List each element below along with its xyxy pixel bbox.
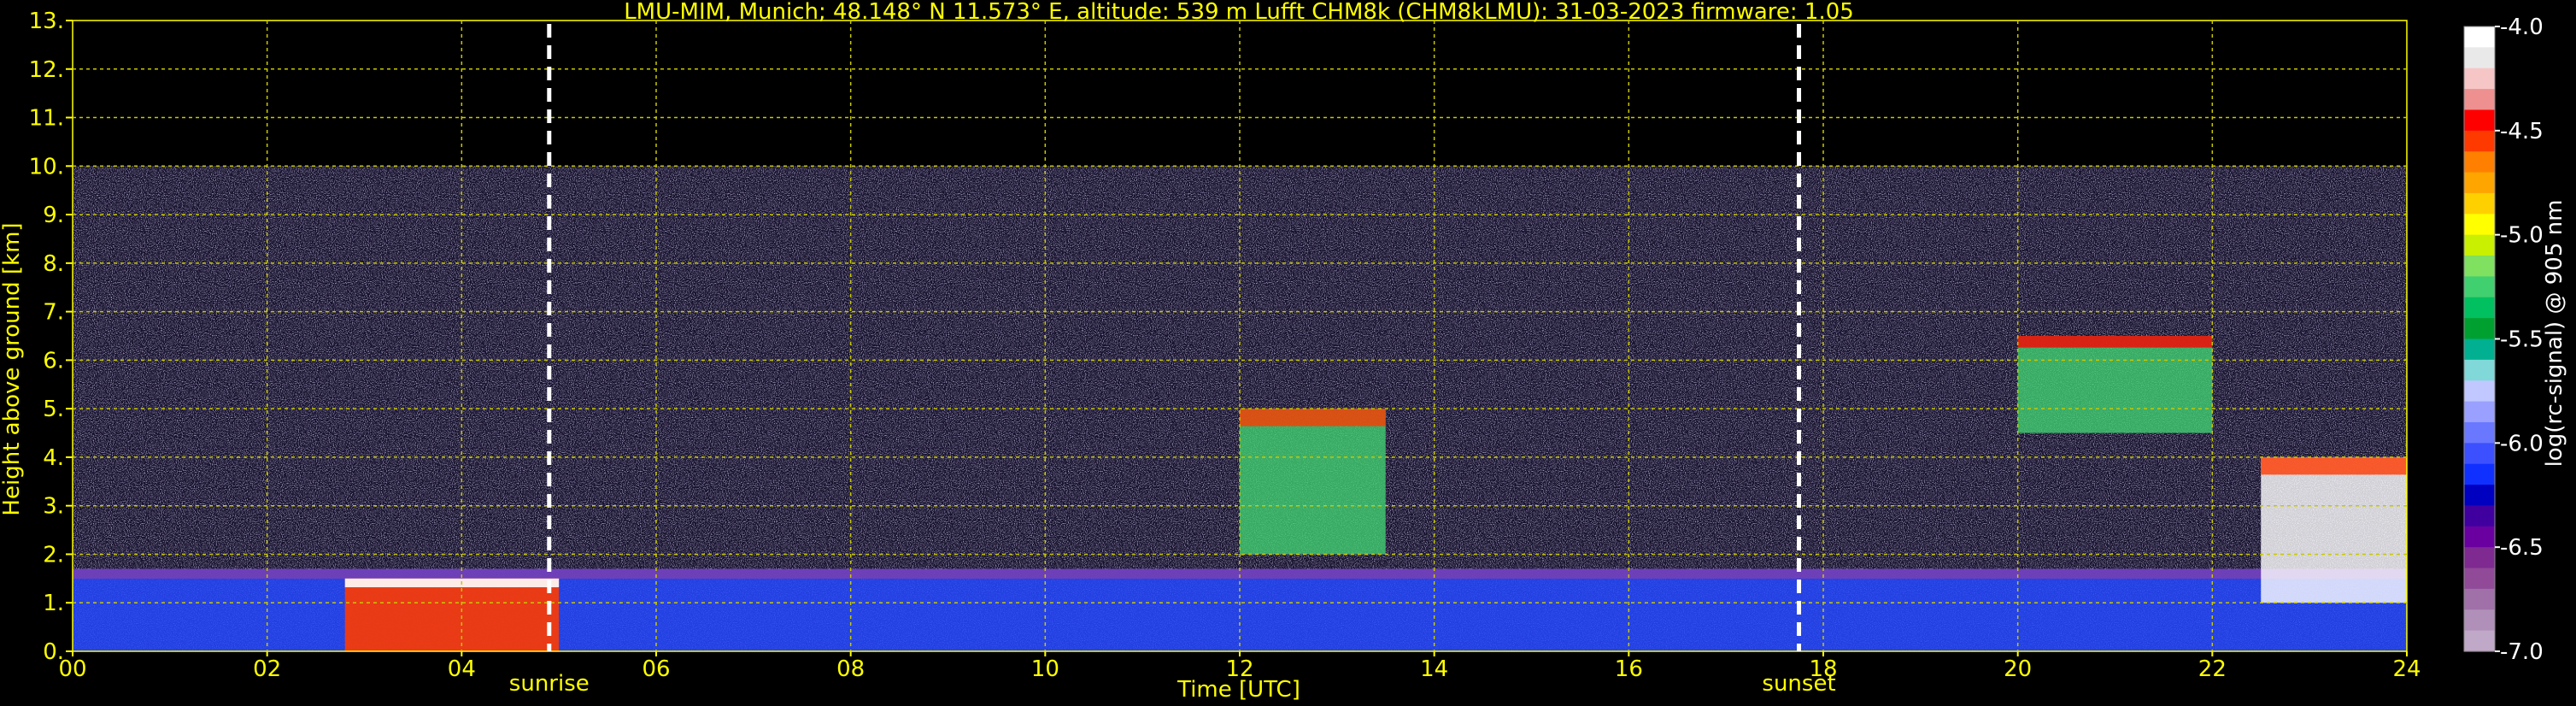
x-tick-label: 00	[58, 656, 86, 682]
event-label-sunrise: sunrise	[509, 671, 590, 697]
y-tick-label: 5.	[43, 397, 64, 422]
colorbar-segment	[2464, 338, 2495, 361]
y-tick-label: 2.	[43, 542, 64, 568]
colorbar-segment	[2464, 421, 2495, 444]
colorbar-segment	[2464, 609, 2495, 632]
colorbar-tick-label: -4.5	[2500, 119, 2544, 144]
x-tick-label: 10	[1031, 656, 1059, 682]
colorbar-tick-label: -4.0	[2500, 15, 2544, 40]
colorbar-segment	[2464, 380, 2495, 403]
colorbar-segment	[2464, 359, 2495, 381]
colorbar-segment	[2464, 256, 2495, 277]
feature-afternoon-cloud-edge	[1240, 409, 1386, 427]
x-tick-label: 16	[1615, 656, 1643, 682]
colorbar-segment	[2464, 505, 2495, 527]
y-tick-label: 10.	[29, 154, 64, 179]
y-tick-label: 9.	[43, 203, 64, 228]
feature-evening-cloud-edge	[2017, 336, 2213, 348]
y-axis-label: Height above ground [km]	[0, 222, 25, 515]
colorbar-segment	[2464, 485, 2495, 507]
y-tick-label: 3.	[43, 494, 64, 520]
x-tick-label: 20	[2004, 656, 2032, 682]
colorbar-segment	[2464, 151, 2495, 174]
colorbar-segment	[2464, 234, 2495, 256]
y-tick-label: 7.	[43, 300, 64, 326]
feature-low-cloud-morning-edge	[344, 578, 560, 588]
colorbar-segment	[2464, 588, 2495, 610]
feature-late-cloud-edge	[2261, 456, 2407, 475]
x-axis-label: Time [UTC]	[1177, 677, 1300, 703]
colorbar-segment	[2464, 401, 2495, 423]
x-tick-label: 18	[1809, 656, 1837, 682]
colorbar-segment	[2464, 214, 2495, 236]
y-tick-label: 12.	[29, 57, 64, 83]
colorbar-tick-label: -6.5	[2500, 535, 2544, 561]
y-tick-label: 13.	[29, 9, 64, 34]
colorbar-segment	[2464, 443, 2495, 465]
colorbar-segment	[2464, 47, 2495, 69]
colorbar-segment	[2464, 109, 2495, 132]
colorbar-segment	[2464, 547, 2495, 569]
colorbar-segment	[2464, 276, 2495, 298]
x-tick-label: 08	[836, 656, 865, 682]
x-tick-label: 04	[448, 656, 476, 682]
colorbar-segment	[2464, 526, 2495, 548]
colorbar-segment	[2464, 318, 2495, 340]
x-tick-label: 24	[2392, 656, 2421, 682]
colorbar-tick-label: -7.0	[2500, 639, 2544, 665]
colorbar-segment	[2464, 630, 2495, 652]
y-tick-label: 8.	[43, 251, 64, 277]
x-tick-label: 22	[2198, 656, 2227, 682]
colorbar-label: log(rc-signal) @ 905 nm	[2542, 200, 2567, 468]
ceilometer-chart: sunrise sunset 0.1.2.3.4.5.6.7.8.9.10.11.…	[0, 0, 2576, 706]
y-tick-label: 1.	[43, 591, 64, 616]
x-tick-label: 06	[642, 656, 670, 682]
feature-late-cloud	[2261, 456, 2407, 603]
colorbar-tick-label: -5.0	[2500, 223, 2544, 249]
colorbar-segment	[2464, 130, 2495, 152]
x-tick-label: 02	[253, 656, 281, 682]
colorbar-segment	[2464, 568, 2495, 590]
feature-low-cloud-morning	[344, 578, 560, 651]
colorbar-segment	[2464, 89, 2495, 111]
colorbar-segment	[2464, 172, 2495, 194]
y-tick-label: 4.	[43, 445, 64, 471]
colorbar-segment	[2464, 297, 2495, 319]
x-tick-label: 14	[1420, 656, 1448, 682]
y-tick-label: 6.	[43, 348, 64, 374]
feature-afternoon-cloud	[1240, 409, 1386, 555]
feature-evening-cloud	[2017, 336, 2213, 433]
chart-title: LMU-MIM, Munich; 48.148° N 11.573° E, al…	[624, 0, 1854, 25]
y-tick-label: 11.	[29, 106, 64, 132]
colorbar-segment	[2464, 68, 2495, 90]
colorbar-segment	[2464, 26, 2495, 48]
colorbar-tick-label: -5.5	[2500, 327, 2544, 353]
colorbar-tick-label: -6.0	[2500, 431, 2544, 456]
colorbar-segment	[2464, 463, 2495, 485]
colorbar-segment	[2464, 192, 2495, 215]
